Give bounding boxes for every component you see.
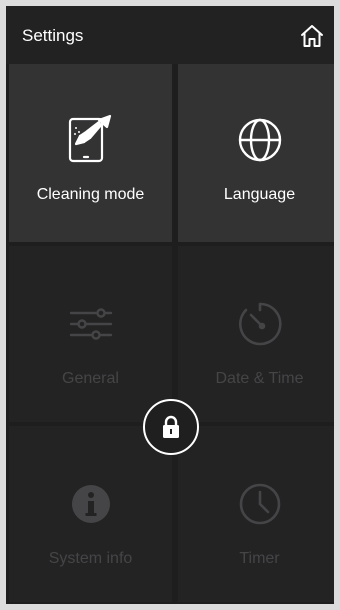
tile-label: Timer [239, 550, 280, 567]
tile-cleaning-mode[interactable]: Cleaning mode [9, 64, 172, 242]
tile-timer: Timer [178, 426, 334, 602]
tile-system-info: System info [9, 426, 172, 602]
cleaning-tablet-brush-icon [63, 112, 119, 168]
tile-label: Cleaning mode [36, 186, 145, 203]
tile-label: General [62, 370, 119, 387]
page-title: Settings [22, 26, 84, 45]
settings-screen: Settings Cleaning mode Language General … [6, 6, 334, 604]
home-button[interactable] [296, 20, 328, 52]
tile-label: Date & Time [215, 370, 304, 387]
tile-date-time: Date & Time [178, 246, 334, 422]
lock-button[interactable] [143, 399, 199, 455]
info-icon [63, 476, 119, 532]
padlock-icon [163, 415, 179, 438]
home-icon [301, 25, 323, 47]
tile-language[interactable]: Language [178, 64, 334, 242]
globe-icon [232, 112, 288, 168]
tile-label: Language [223, 186, 296, 203]
dial-clock-icon [232, 296, 288, 352]
tile-label: System info [48, 550, 133, 567]
clock-icon [232, 476, 288, 532]
tile-general: General [9, 246, 172, 422]
header-bar: Settings [6, 6, 334, 64]
sliders-icon [63, 296, 119, 352]
